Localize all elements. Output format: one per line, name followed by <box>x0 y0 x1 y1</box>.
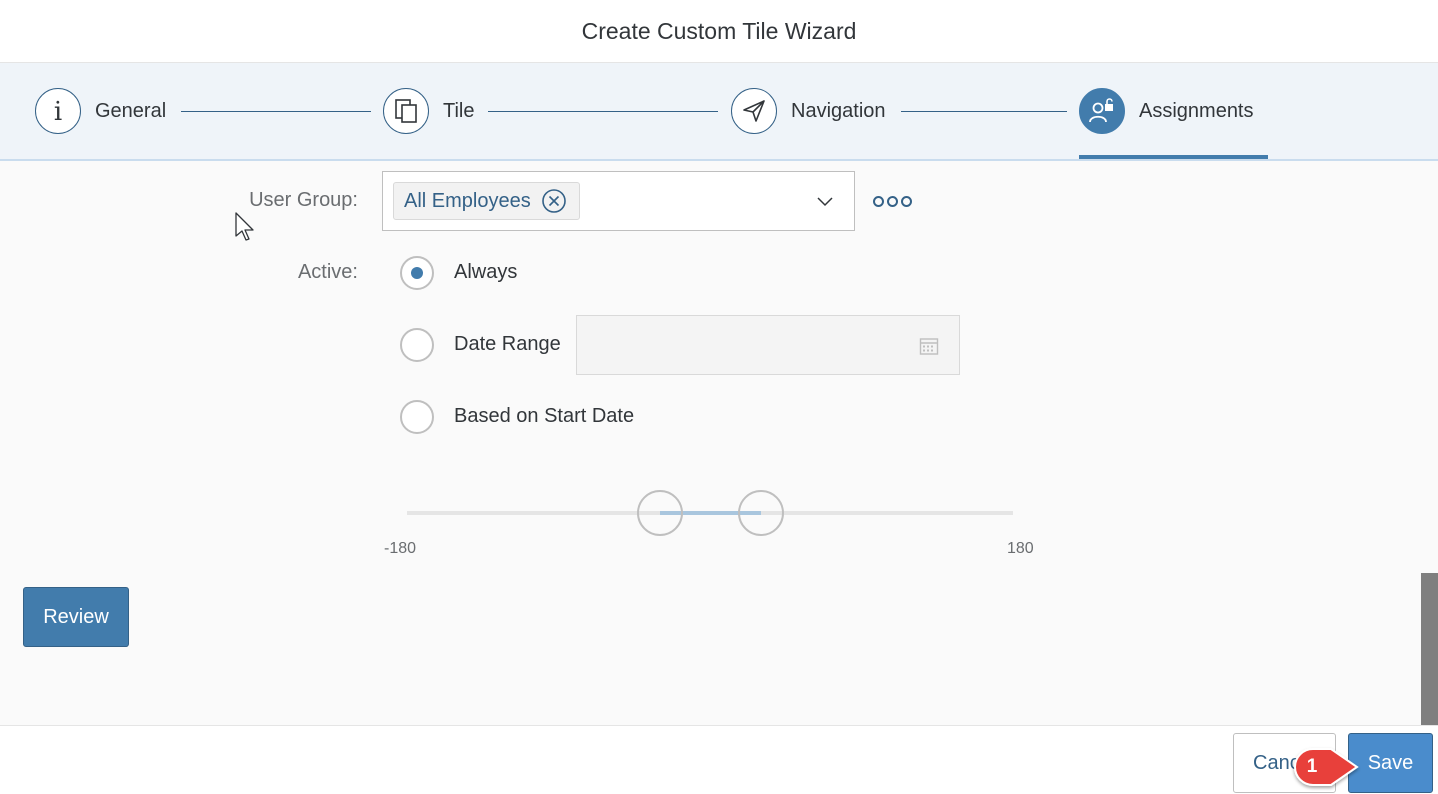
mouse-cursor-icon <box>235 212 254 241</box>
scrollbar-thumb[interactable] <box>1421 573 1438 725</box>
radio-always[interactable] <box>400 256 434 290</box>
step-tile-button[interactable] <box>383 88 429 134</box>
date-range-input[interactable] <box>576 315 960 375</box>
wizard-title-bar: Create Custom Tile Wizard <box>0 0 1438 63</box>
remove-token-icon[interactable] <box>541 188 567 214</box>
slider-max-label: 180 <box>1007 540 1034 557</box>
wizard-steps: i General Tile Navigation Assignments <box>0 63 1438 161</box>
step-tile-label[interactable]: Tile <box>443 100 474 123</box>
radio-date-range[interactable] <box>400 328 434 362</box>
step-connector <box>181 111 371 112</box>
token-text: All Employees <box>404 189 531 212</box>
radio-based-on-start-date-label[interactable]: Based on Start Date <box>454 405 634 428</box>
step-connector <box>901 111 1067 112</box>
user-group-combobox[interactable]: All Employees <box>382 171 855 231</box>
step-assignments-label[interactable]: Assignments <box>1139 100 1254 123</box>
step-connector <box>488 111 718 112</box>
range-slider-start-handle[interactable] <box>637 490 683 536</box>
copy-icon <box>395 99 417 123</box>
review-button[interactable]: Review <box>23 587 129 647</box>
radio-date-range-label[interactable]: Date Range <box>454 333 561 356</box>
more-options-icon[interactable] <box>873 196 912 207</box>
paper-plane-icon <box>743 100 765 122</box>
assignments-form <box>0 161 1420 725</box>
range-slider-end-handle[interactable] <box>738 490 784 536</box>
footer-toolbar: Canc Save <box>0 725 1438 794</box>
slider-min-label: -180 <box>384 540 417 557</box>
step-navigation-button[interactable] <box>731 88 777 134</box>
user-group-token[interactable]: All Employees <box>393 182 580 220</box>
step-assignments-button[interactable] <box>1079 88 1125 134</box>
user-unlock-icon <box>1089 98 1113 123</box>
step-navigation-label[interactable]: Navigation <box>791 100 886 123</box>
radio-always-label[interactable]: Always <box>454 261 517 284</box>
info-icon: i <box>54 98 62 124</box>
user-group-label: User Group: <box>249 189 358 211</box>
calendar-icon[interactable] <box>919 336 939 361</box>
active-step-indicator <box>1079 155 1268 159</box>
svg-text:i: i <box>54 98 62 124</box>
radio-based-on-start-date[interactable] <box>400 400 434 434</box>
callout-number: 1 <box>1306 756 1318 777</box>
active-label: Active: <box>297 261 358 283</box>
chevron-down-icon[interactable] <box>816 192 834 215</box>
step-general-label[interactable]: General <box>95 100 166 123</box>
wizard-title: Create Custom Tile Wizard <box>581 17 857 44</box>
step-general-button[interactable]: i <box>35 88 81 134</box>
